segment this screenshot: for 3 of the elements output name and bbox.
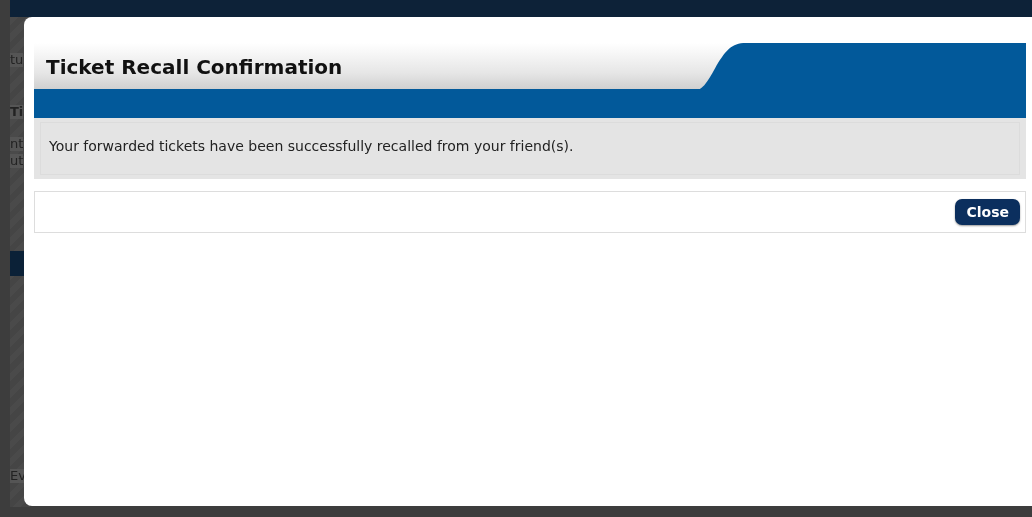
confirmation-message: Your forwarded tickets have been successfully recalled from your friend(s).	[40, 122, 1020, 175]
dialog-title: Ticket Recall Confirmation	[46, 55, 343, 79]
close-button[interactable]: Close	[955, 199, 1020, 225]
